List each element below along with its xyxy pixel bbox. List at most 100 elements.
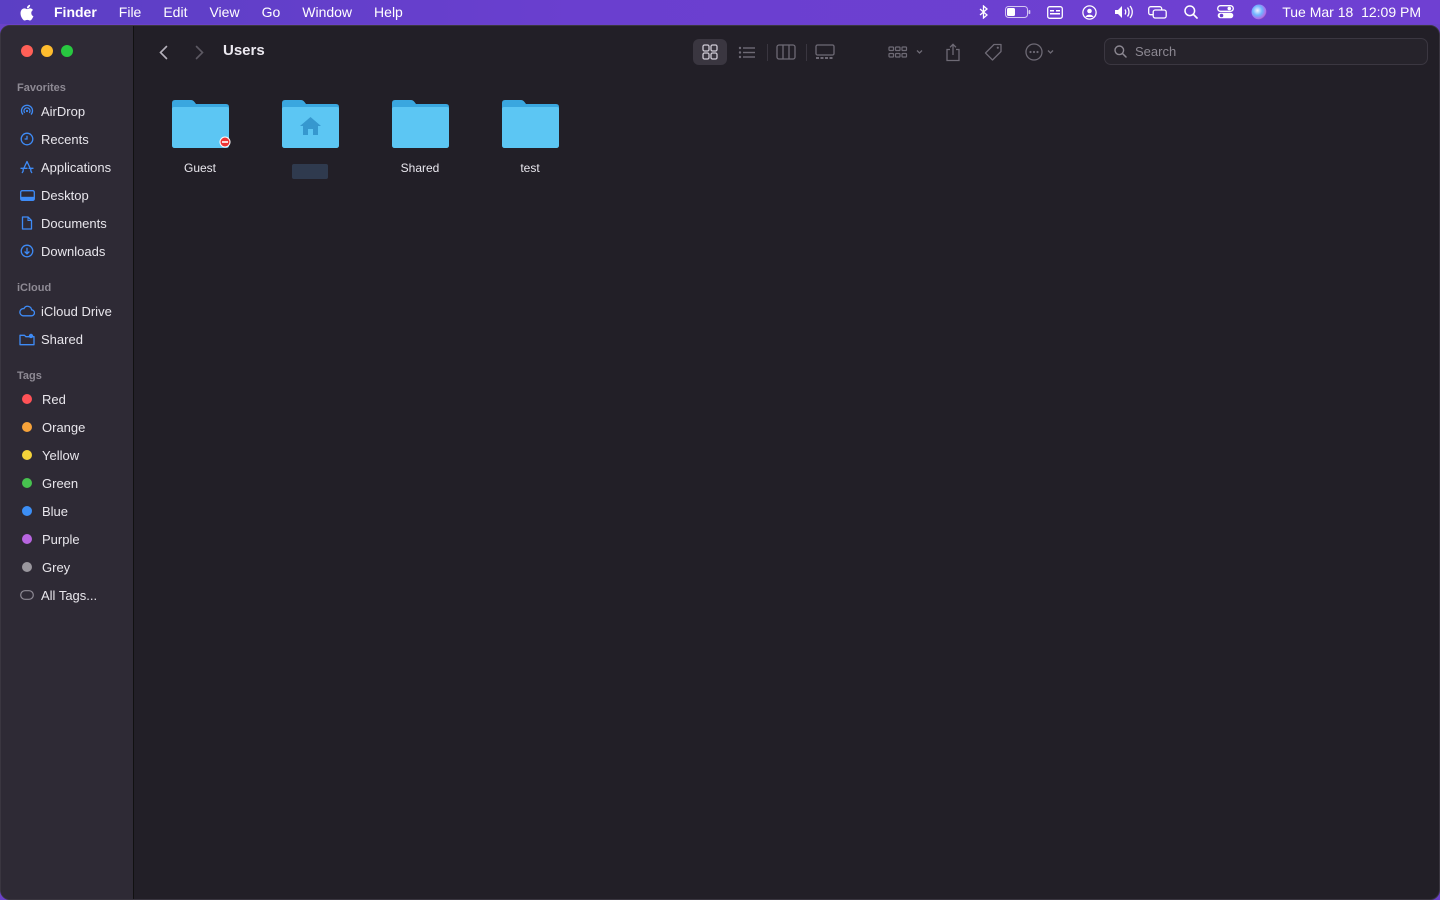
guest-folder-icon xyxy=(172,100,231,148)
menu-window[interactable]: Window xyxy=(291,0,363,24)
sidebar-item-label: All Tags... xyxy=(41,587,98,603)
orange-tag-icon xyxy=(22,422,32,432)
zoom-window-button[interactable] xyxy=(61,45,73,57)
folder-item-shared[interactable]: Shared xyxy=(365,98,475,175)
sidebar-item-shared[interactable]: Shared xyxy=(19,328,83,350)
sidebar-tag-green[interactable]: Green xyxy=(19,472,78,494)
purple-tag-icon xyxy=(22,534,32,544)
sidebar-tag-yellow[interactable]: Yellow xyxy=(19,444,79,466)
sidebar-item-recents[interactable]: Recents xyxy=(19,128,89,150)
siri-icon[interactable] xyxy=(1242,0,1276,24)
sidebar-section-favorites: Favorites xyxy=(17,82,66,94)
screen-mirroring-icon[interactable] xyxy=(1140,0,1174,24)
sidebar-tag-grey[interactable]: Grey xyxy=(19,556,70,578)
group-by-button[interactable] xyxy=(883,39,929,65)
finder-window: Favorites AirDrop Recents Applications D… xyxy=(0,25,1440,900)
sidebar-item-desktop[interactable]: Desktop xyxy=(19,184,89,206)
sidebar-item-label: Green xyxy=(42,475,79,491)
share-button[interactable] xyxy=(939,39,967,65)
gallery-view-button[interactable] xyxy=(810,39,840,65)
folder-item-home[interactable] xyxy=(255,98,365,179)
chevron-left-icon xyxy=(158,45,167,59)
menu-app-finder[interactable]: Finder xyxy=(48,0,108,24)
more-actions-icon xyxy=(1025,43,1054,61)
search-icon xyxy=(1114,45,1127,58)
download-icon xyxy=(19,243,35,259)
window-title: Users xyxy=(223,42,265,59)
yellow-tag-icon xyxy=(22,450,32,460)
sidebar-tag-purple[interactable]: Purple xyxy=(19,528,80,550)
menu-go[interactable]: Go xyxy=(251,0,292,24)
airdrop-icon xyxy=(19,103,35,119)
menu-edit[interactable]: Edit xyxy=(152,0,198,24)
menu-bar: Finder File Edit View Go Window Help Tue… xyxy=(0,0,1440,24)
menu-bar-clock[interactable]: Tue Mar 18 12:09 PM xyxy=(1276,4,1440,20)
sidebar-tag-all-tags[interactable]: All Tags... xyxy=(19,584,97,606)
sidebar-item-label: Grey xyxy=(42,559,71,575)
volume-icon[interactable] xyxy=(1106,0,1140,24)
sidebar-item-icloud-drive[interactable]: iCloud Drive xyxy=(19,300,112,322)
actions-button[interactable] xyxy=(1023,39,1063,65)
icon-view-button[interactable] xyxy=(693,39,727,65)
sidebar-item-airdrop[interactable]: AirDrop xyxy=(19,100,85,122)
forward-button[interactable] xyxy=(189,41,209,63)
search-input[interactable] xyxy=(1133,43,1403,60)
document-icon xyxy=(19,215,35,231)
column-view-button[interactable] xyxy=(771,39,801,65)
list-icon xyxy=(738,46,755,58)
share-icon xyxy=(946,42,960,61)
apple-menu-icon[interactable] xyxy=(16,2,36,22)
back-button[interactable] xyxy=(153,41,173,63)
list-view-button[interactable] xyxy=(732,39,762,65)
sidebar-item-applications[interactable]: Applications xyxy=(19,156,111,178)
grey-tag-icon xyxy=(22,562,32,572)
spotlight-search-icon[interactable] xyxy=(1174,0,1208,24)
folder-item-guest[interactable]: Guest xyxy=(145,98,255,175)
sidebar-tag-orange[interactable]: Orange xyxy=(19,416,85,438)
folder-icon xyxy=(392,100,449,148)
bluetooth-icon[interactable] xyxy=(970,0,998,24)
sidebar-item-label: AirDrop xyxy=(41,103,86,119)
folder-label: test xyxy=(520,161,540,175)
menu-file[interactable]: File xyxy=(108,0,153,24)
columns-icon xyxy=(776,44,796,60)
file-browser-content: Guest Shared test xyxy=(135,78,1439,899)
sidebar-item-label: Yellow xyxy=(42,447,80,463)
cloud-icon xyxy=(19,303,35,319)
menu-help[interactable]: Help xyxy=(363,0,414,24)
sidebar-item-label: Purple xyxy=(42,531,80,547)
menu-view[interactable]: View xyxy=(198,0,250,24)
green-tag-icon xyxy=(22,478,32,488)
folder-item-test[interactable]: test xyxy=(475,98,585,175)
sidebar-item-label: Orange xyxy=(42,419,86,435)
sidebar: Favorites AirDrop Recents Applications D… xyxy=(1,26,134,899)
folder-icon xyxy=(502,100,559,148)
control-center-icon[interactable] xyxy=(1208,0,1242,24)
keyboard-input-icon[interactable] xyxy=(1038,0,1072,24)
battery-icon[interactable] xyxy=(998,0,1038,24)
sidebar-item-documents[interactable]: Documents xyxy=(19,212,107,234)
sidebar-section-tags: Tags xyxy=(17,370,42,382)
search-field[interactable] xyxy=(1104,38,1428,65)
desktop-icon xyxy=(19,187,35,203)
sidebar-tag-red[interactable]: Red xyxy=(19,388,66,410)
sidebar-section-icloud: iCloud xyxy=(17,282,52,294)
tags-button[interactable] xyxy=(979,39,1007,65)
close-window-button[interactable] xyxy=(21,45,33,57)
gallery-icon xyxy=(815,44,835,59)
grid-icon xyxy=(702,44,718,60)
chevron-right-icon xyxy=(195,45,204,59)
sidebar-item-downloads[interactable]: Downloads xyxy=(19,240,105,262)
sidebar-tag-blue[interactable]: Blue xyxy=(19,500,68,522)
all-tags-icon xyxy=(19,587,35,603)
folder-label: Guest xyxy=(183,161,216,175)
applications-icon xyxy=(19,159,35,175)
red-tag-icon xyxy=(22,394,32,404)
redacted-folder-label xyxy=(292,164,328,179)
minimize-window-button[interactable] xyxy=(41,45,53,57)
user-account-icon[interactable] xyxy=(1072,0,1106,24)
blue-tag-icon xyxy=(22,506,32,516)
shared-folder-icon xyxy=(19,331,35,347)
toolbar: Users xyxy=(135,26,1439,78)
sidebar-item-label: Shared xyxy=(41,331,83,347)
